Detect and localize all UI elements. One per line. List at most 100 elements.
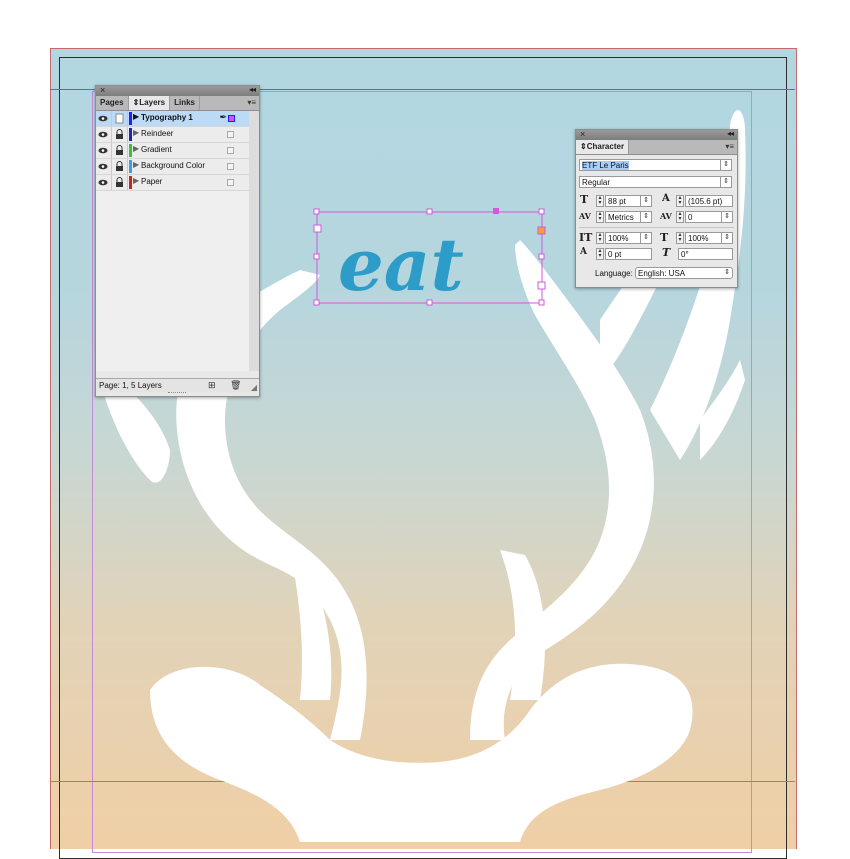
baseline-shift-icon: A bbox=[580, 247, 587, 257]
tracking-field[interactable]: 0 ⇕ bbox=[685, 211, 733, 223]
tab-layers-label: Layers bbox=[139, 98, 166, 107]
tracking-icon: AV bbox=[660, 211, 672, 221]
tab-pages[interactable]: Pages bbox=[96, 96, 129, 110]
lock-icon[interactable] bbox=[112, 127, 128, 142]
resize-grip-icon[interactable]: ◢ bbox=[251, 383, 257, 392]
headline-text[interactable]: eat bbox=[338, 222, 464, 307]
vertical-scale-field[interactable]: 100% ⇕ bbox=[605, 232, 652, 244]
layers-panel: × ◂◂ Pages ⇕Layers Links ▾≡ ▶ Typography… bbox=[95, 85, 260, 397]
baseline-shift-field[interactable]: 0 pt bbox=[605, 248, 652, 260]
layer-name: Reindeer bbox=[141, 129, 174, 138]
updown-arrow-icon: ⇕ bbox=[640, 232, 651, 244]
vertical-scale-stepper[interactable]: ▴ ▾ bbox=[596, 232, 604, 244]
leading-value: (105.6 pt) bbox=[688, 197, 723, 206]
trash-icon[interactable]: 🗑 bbox=[230, 380, 241, 391]
layers-panel-footer: Page: 1, 5 Layers ⊞ 🗑 ◢ bbox=[96, 378, 259, 392]
horizontal-scale-stepper[interactable]: ▴ ▾ bbox=[676, 232, 684, 244]
layer-name: Typography 1 bbox=[141, 113, 193, 122]
disclosure-triangle-icon[interactable]: ▶ bbox=[133, 160, 139, 169]
disclosure-triangle-icon[interactable]: ▶ bbox=[133, 144, 139, 153]
selected-object-icon[interactable] bbox=[228, 115, 235, 122]
pen-nib-icon: ✒ bbox=[219, 112, 227, 122]
new-layer-icon[interactable]: ⊞ bbox=[208, 380, 216, 391]
select-layer-box[interactable] bbox=[227, 131, 234, 138]
tab-character[interactable]: ⇕Character bbox=[576, 140, 630, 154]
panel-menu-icon[interactable]: ▾≡ bbox=[725, 142, 734, 151]
kerning-icon: AV bbox=[579, 211, 591, 221]
disclosure-triangle-icon[interactable]: ▶ bbox=[133, 128, 139, 137]
select-layer-box[interactable] bbox=[227, 163, 234, 170]
character-panel-titlebar[interactable]: × ◂◂ bbox=[576, 129, 737, 140]
kerning-value: Metrics bbox=[608, 213, 634, 222]
updown-arrow-icon: ⇕ bbox=[640, 195, 651, 207]
close-icon[interactable]: × bbox=[100, 85, 105, 95]
select-layer-box[interactable] bbox=[227, 147, 234, 154]
language-dropdown[interactable]: English: USA ⇕ bbox=[635, 267, 733, 279]
panel-drag-handle[interactable] bbox=[168, 392, 186, 396]
tab-layers[interactable]: ⇕Layers bbox=[128, 96, 171, 110]
font-size-icon: T bbox=[580, 193, 589, 206]
leading-field[interactable]: (105.6 pt) bbox=[685, 195, 733, 207]
font-size-stepper[interactable]: ▴ ▾ bbox=[596, 195, 604, 207]
double-chevron-icon[interactable]: ◂◂ bbox=[727, 129, 734, 138]
eye-icon[interactable] bbox=[96, 127, 112, 142]
kerning-dropdown[interactable]: Metrics ⇕ bbox=[605, 211, 652, 223]
double-chevron-icon[interactable]: ◂◂ bbox=[249, 85, 256, 94]
layers-panel-titlebar[interactable]: × ◂◂ bbox=[96, 85, 259, 96]
updown-arrow-icon: ⇕ bbox=[721, 232, 732, 244]
baseline-shift-stepper[interactable]: ▴ ▾ bbox=[596, 248, 604, 260]
reindeer-head bbox=[150, 663, 693, 842]
eye-icon[interactable] bbox=[96, 175, 112, 190]
baseline-shift-value: 0 pt bbox=[608, 250, 622, 259]
layer-name: Background Color bbox=[141, 161, 206, 170]
layer-row-background-color[interactable]: ▶ Background Color bbox=[96, 159, 249, 175]
kerning-stepper[interactable]: ▴ ▾ bbox=[596, 211, 604, 223]
horizontal-scale-field[interactable]: 100% ⇕ bbox=[685, 232, 733, 244]
updown-arrow-icon: ⇕ bbox=[724, 269, 730, 276]
disclosure-triangle-icon[interactable]: ▶ bbox=[133, 176, 139, 185]
layer-color-swatch bbox=[129, 112, 132, 125]
layers-panel-tabs: Pages ⇕Layers Links ▾≡ bbox=[96, 96, 259, 111]
divider bbox=[579, 227, 734, 228]
updown-arrow-icon: ⇕ bbox=[720, 159, 731, 171]
tracking-value: 0 bbox=[688, 213, 693, 222]
vertical-scale-icon: IT bbox=[579, 231, 593, 244]
skew-icon: T bbox=[662, 246, 671, 259]
eye-icon[interactable] bbox=[96, 143, 112, 158]
lock-toggle-empty[interactable] bbox=[112, 111, 128, 126]
layer-row-reindeer[interactable]: ▶ Reindeer bbox=[96, 127, 249, 143]
layer-color-swatch bbox=[129, 144, 132, 157]
lock-icon[interactable] bbox=[112, 143, 128, 158]
layers-list: ▶ Typography 1 ✒ ▶ Reindeer ▶ Gradient ▶ bbox=[96, 111, 259, 371]
skew-field[interactable]: 0° bbox=[678, 248, 733, 260]
font-size-field[interactable]: 88 pt ⇕ bbox=[605, 195, 652, 207]
lock-icon[interactable] bbox=[112, 159, 128, 174]
language-label: Language: bbox=[595, 269, 633, 278]
layer-color-swatch bbox=[129, 160, 132, 173]
tracking-stepper[interactable]: ▴ ▾ bbox=[676, 211, 684, 223]
font-family-dropdown[interactable]: ETF Le Paris ⇕ bbox=[579, 159, 732, 171]
layer-row-paper[interactable]: ▶ Paper bbox=[96, 175, 249, 191]
font-family-value: ETF Le Paris bbox=[582, 161, 629, 170]
updown-arrow-icon: ⇕ bbox=[640, 211, 651, 223]
layer-color-swatch bbox=[129, 176, 132, 189]
tab-links[interactable]: Links bbox=[170, 96, 200, 110]
layer-row-typography-1[interactable]: ▶ Typography 1 ✒ bbox=[96, 111, 249, 127]
layers-status: Page: 1, 5 Layers bbox=[99, 381, 162, 390]
horizontal-scale-icon: T bbox=[660, 231, 669, 244]
layer-name: Paper bbox=[141, 177, 163, 186]
eye-icon[interactable] bbox=[96, 111, 112, 126]
layer-row-gradient[interactable]: ▶ Gradient bbox=[96, 143, 249, 159]
lock-icon[interactable] bbox=[112, 175, 128, 190]
select-layer-box[interactable] bbox=[227, 179, 234, 186]
layer-name: Gradient bbox=[141, 145, 172, 154]
disclosure-triangle-icon[interactable]: ▶ bbox=[133, 112, 139, 121]
eye-icon[interactable] bbox=[96, 159, 112, 174]
font-style-dropdown[interactable]: Regular ⇕ bbox=[579, 176, 732, 188]
panel-menu-icon[interactable]: ▾≡ bbox=[247, 98, 256, 107]
leading-stepper[interactable]: ▴ ▾ bbox=[676, 195, 684, 207]
close-icon[interactable]: × bbox=[580, 129, 585, 139]
character-controls: ETF Le Paris ⇕ Regular ⇕ T ▴ ▾ 88 pt ⇕ A … bbox=[576, 155, 737, 285]
character-panel: × ◂◂ ⇕Character ▾≡ ETF Le Paris ⇕ Regula… bbox=[575, 129, 738, 288]
font-style-value: Regular bbox=[582, 178, 611, 187]
